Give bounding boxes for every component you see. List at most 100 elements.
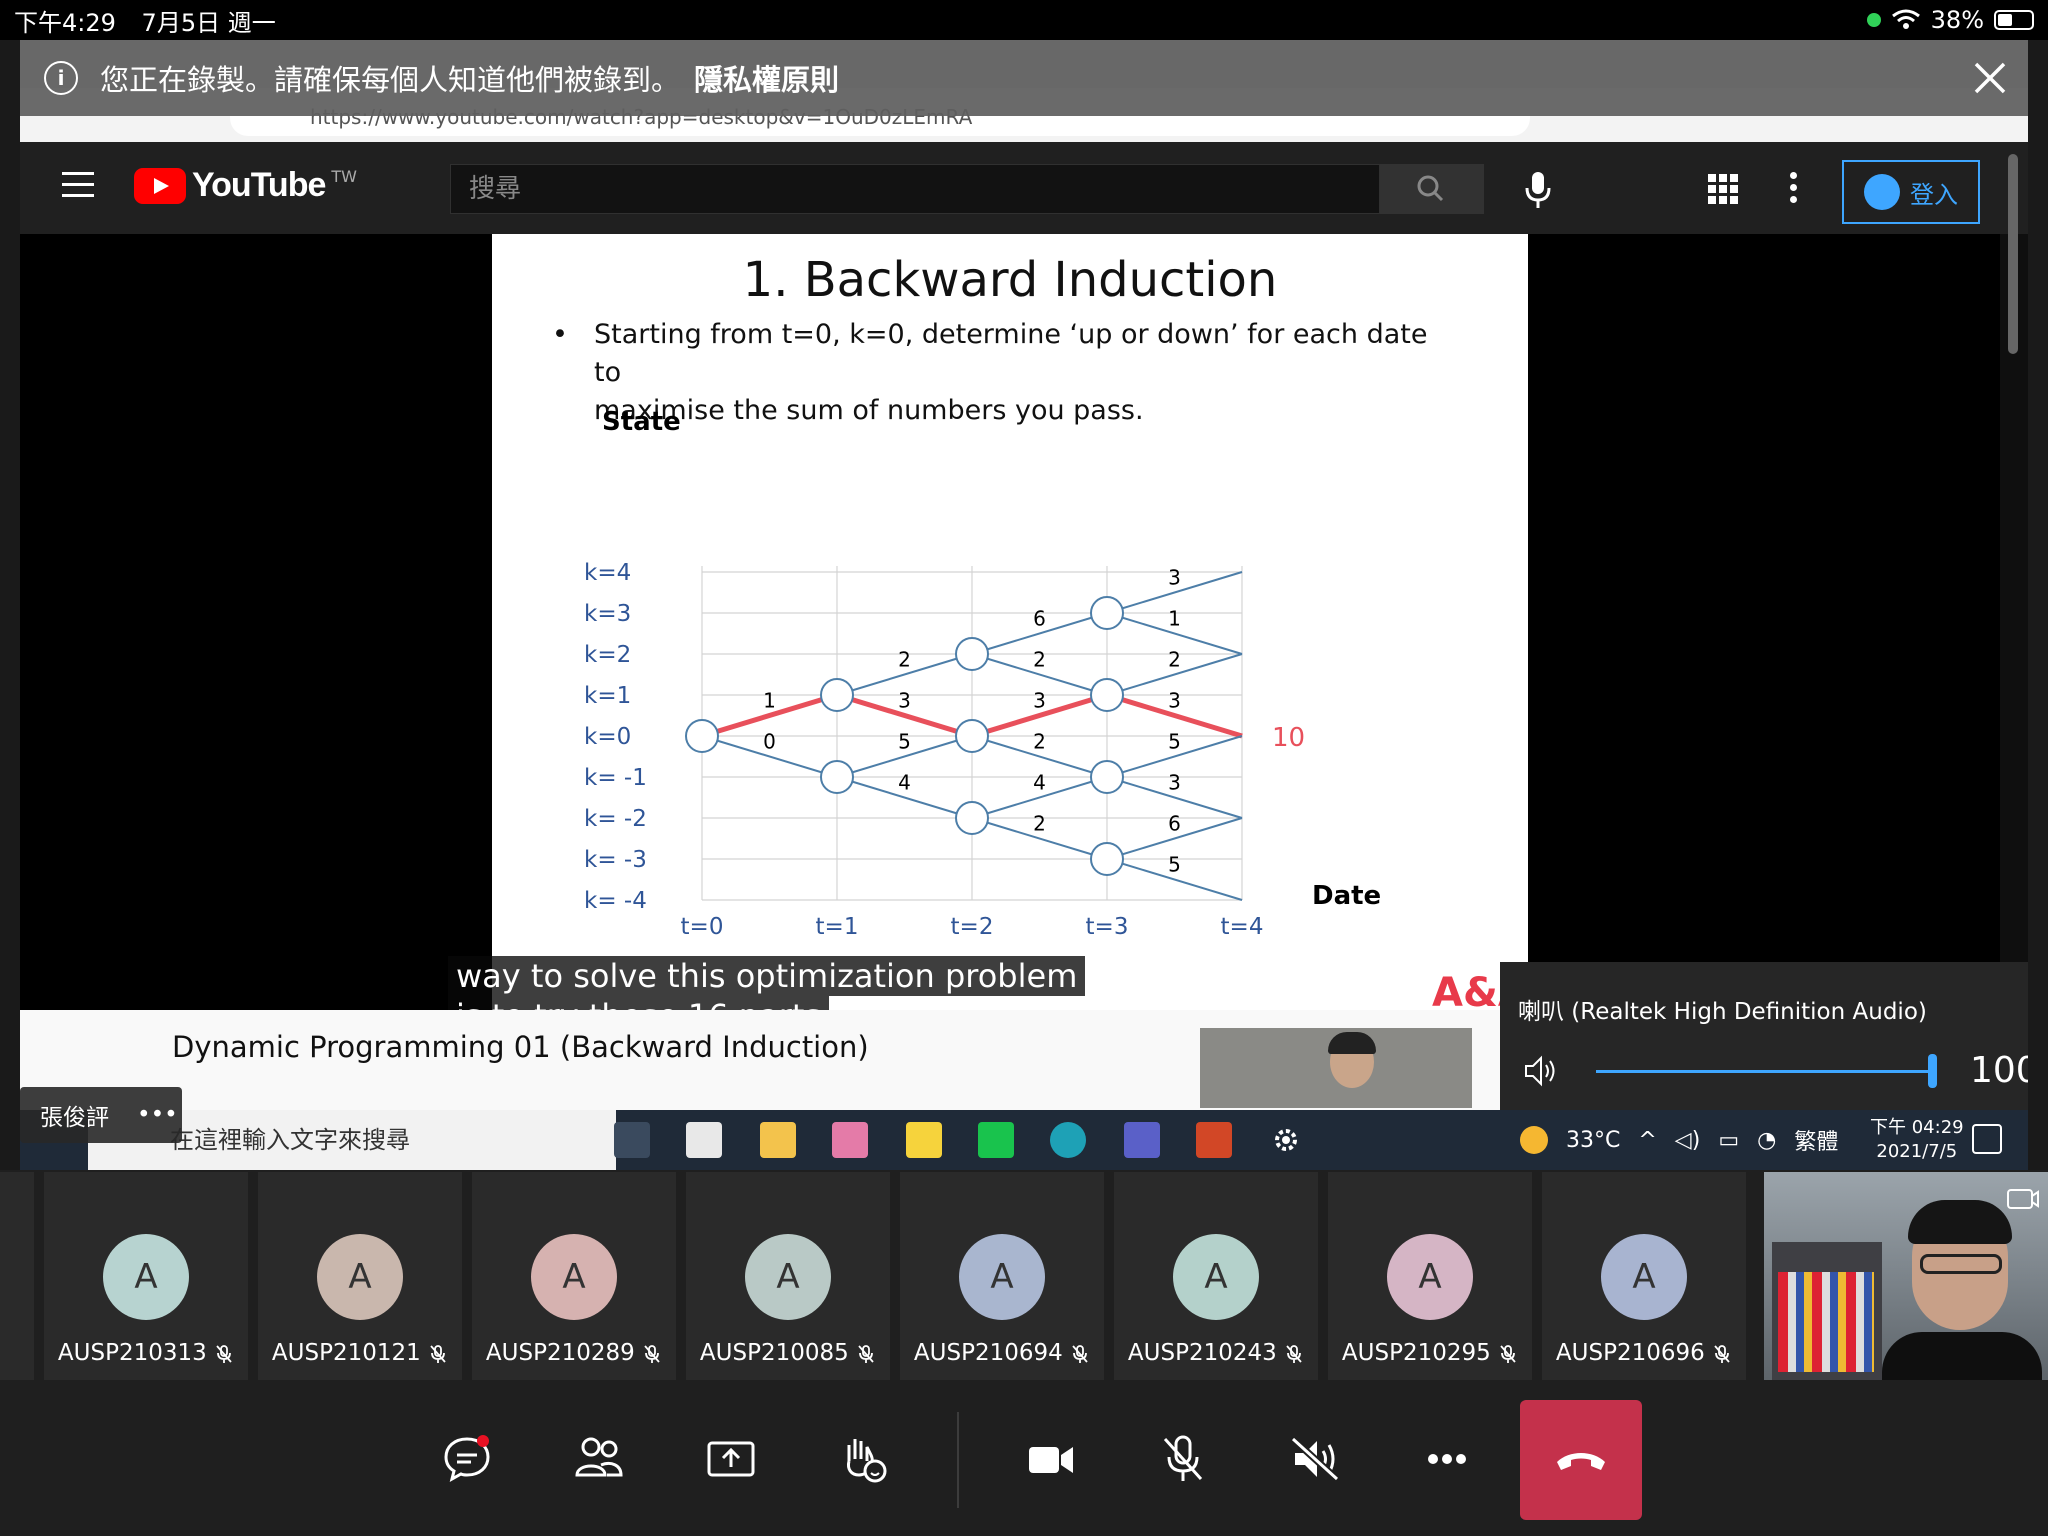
file-explorer-icon[interactable]: [760, 1122, 796, 1158]
edge-weight-label: 6: [1033, 607, 1046, 631]
more-actions-button[interactable]: [1412, 1424, 1482, 1494]
participant-tile[interactable]: A AUSP210085: [686, 1172, 890, 1380]
tree-node: [1090, 596, 1124, 630]
tree-node: [955, 637, 989, 671]
self-video-tile[interactable]: [1764, 1172, 2048, 1382]
reactions-button[interactable]: [828, 1424, 898, 1494]
y-tick-label: k=0: [584, 724, 631, 750]
volume-slider-thumb[interactable]: [1928, 1054, 1937, 1088]
screen: 下午4:29 7月5日 週一 38% https://www.youtube.c…: [0, 0, 2048, 1536]
call-controls: [0, 1380, 2048, 1536]
switch-camera-icon[interactable]: [2006, 1184, 2040, 1214]
input-method[interactable]: 繁體: [1794, 1124, 1838, 1156]
related-video-thumbnail[interactable]: [1200, 1028, 1472, 1108]
teams-icon[interactable]: [1124, 1122, 1160, 1158]
ios-status-bar: 下午4:29 7月5日 週一 38%: [0, 0, 2048, 40]
status-right: 38%: [1866, 6, 2034, 34]
more-options-icon[interactable]: •••: [137, 1102, 178, 1128]
taskbar-time: 下午 04:29: [1870, 1117, 1964, 1138]
participants-button[interactable]: [564, 1424, 634, 1494]
info-icon: i: [44, 61, 78, 95]
participant-name: AUSP210313: [44, 1340, 248, 1366]
taskbar-clock[interactable]: 下午 04:29 2021/7/5: [1870, 1116, 1964, 1164]
edge-weight-label: 5: [898, 730, 911, 754]
participant-tile[interactable]: A AUSP210121: [258, 1172, 462, 1380]
bullet-dot: •: [552, 319, 568, 350]
youtube-logo[interactable]: YouTube TW: [134, 166, 357, 205]
participant-tile[interactable]: A AUSP210295: [1328, 1172, 1532, 1380]
apps-grid-icon[interactable]: [1708, 174, 1738, 204]
signin-button[interactable]: 登入: [1842, 160, 1980, 224]
participant-tile[interactable]: A AUSP210694: [900, 1172, 1104, 1380]
privacy-policy-link[interactable]: 隱私權原則: [694, 57, 839, 99]
presenter-name: 張俊評: [40, 1105, 109, 1131]
tree-node: [820, 760, 854, 794]
y-axis-title: State: [602, 407, 681, 437]
speaker-icon[interactable]: [1522, 1054, 1562, 1088]
speaker-button[interactable]: [1280, 1424, 1350, 1494]
network-icon[interactable]: ◔: [1757, 1128, 1776, 1153]
muted-mic-icon: [1714, 1344, 1730, 1363]
mute-button[interactable]: [1148, 1424, 1218, 1494]
signin-label: 登入: [1910, 180, 1958, 209]
participants-strip: A AUSP210313 A AUSP210121 A AUSP210289 A AUS…: [0, 1170, 2048, 1380]
camera-button[interactable]: [1016, 1424, 1086, 1494]
powerpoint-icon[interactable]: [1196, 1122, 1232, 1158]
youtube-search-input[interactable]: 搜尋: [450, 164, 1380, 214]
edge-weight-label: 3: [1033, 689, 1046, 713]
account-icon: [1864, 174, 1900, 210]
participant-tile-partial[interactable]: [0, 1172, 34, 1380]
edge-weight-label: 3: [898, 689, 911, 713]
youtube-search-button[interactable]: [1380, 164, 1484, 214]
microphone-icon[interactable]: [1520, 170, 1556, 210]
raise-hand-icon: [847, 1439, 887, 1483]
participant-name: AUSP210295: [1328, 1340, 1532, 1366]
status-time-date: 下午4:29 7月5日 週一: [14, 3, 276, 38]
participant-avatar: A: [1387, 1234, 1473, 1320]
tree-node: [1090, 842, 1124, 876]
tree-node: [685, 719, 719, 753]
edge-weight-label: 5: [1168, 730, 1181, 754]
participant-avatar: A: [959, 1234, 1045, 1320]
close-icon[interactable]: [1970, 58, 2010, 98]
weather-temp[interactable]: 33°C: [1566, 1128, 1620, 1153]
page-scrollbar[interactable]: [2008, 154, 2018, 354]
volume-icon[interactable]: ◁): [1675, 1128, 1701, 1153]
more-vertical-icon[interactable]: [1790, 172, 1798, 206]
participant-name: AUSP210243: [1114, 1340, 1318, 1366]
volume-slider-track[interactable]: [1596, 1070, 1930, 1073]
weather-icon[interactable]: [1520, 1126, 1548, 1154]
line-app-icon[interactable]: [978, 1122, 1014, 1158]
tree-node: [955, 719, 989, 753]
share-screen-button[interactable]: [696, 1424, 766, 1494]
video-camera-icon: [1029, 1447, 1073, 1473]
participant-tile[interactable]: A AUSP210243: [1114, 1172, 1318, 1380]
tree-node: [955, 801, 989, 835]
participant-name: AUSP210696: [1542, 1340, 1746, 1366]
paint-icon[interactable]: [832, 1122, 868, 1158]
camera-in-use-indicator: [1866, 13, 1881, 27]
participant-tile[interactable]: A AUSP210289: [472, 1172, 676, 1380]
task-view-icon[interactable]: [614, 1122, 650, 1158]
battery-tray-icon[interactable]: ▭: [1718, 1128, 1739, 1153]
participant-tile[interactable]: A AUSP210313: [44, 1172, 248, 1380]
participant-tile[interactable]: A AUSP210696: [1542, 1172, 1746, 1380]
battery-percent: 38%: [1930, 6, 1984, 34]
share-tray-icon: [707, 1441, 755, 1477]
hamburger-menu-icon[interactable]: [62, 172, 94, 198]
participant-name: AUSP210694: [900, 1340, 1104, 1366]
y-tick-label: k= -2: [584, 806, 647, 832]
people-icon: [575, 1437, 623, 1477]
phone-hangup-icon: [1557, 1453, 1605, 1470]
tree-node: [1090, 760, 1124, 794]
store-icon[interactable]: [686, 1122, 722, 1158]
notification-icon[interactable]: [1972, 1124, 2002, 1154]
sticky-notes-icon[interactable]: [906, 1122, 942, 1158]
hang-up-button[interactable]: [1520, 1400, 1642, 1520]
chevron-up-icon[interactable]: ^: [1638, 1128, 1656, 1153]
edge-browser-icon[interactable]: [1050, 1122, 1086, 1158]
video-player[interactable]: 1. Backward Induction • Starting from t=…: [20, 234, 2000, 1036]
settings-gear-icon[interactable]: [1268, 1122, 1304, 1158]
chat-button[interactable]: [432, 1424, 502, 1494]
edge-weight-label: 3: [1168, 689, 1181, 713]
